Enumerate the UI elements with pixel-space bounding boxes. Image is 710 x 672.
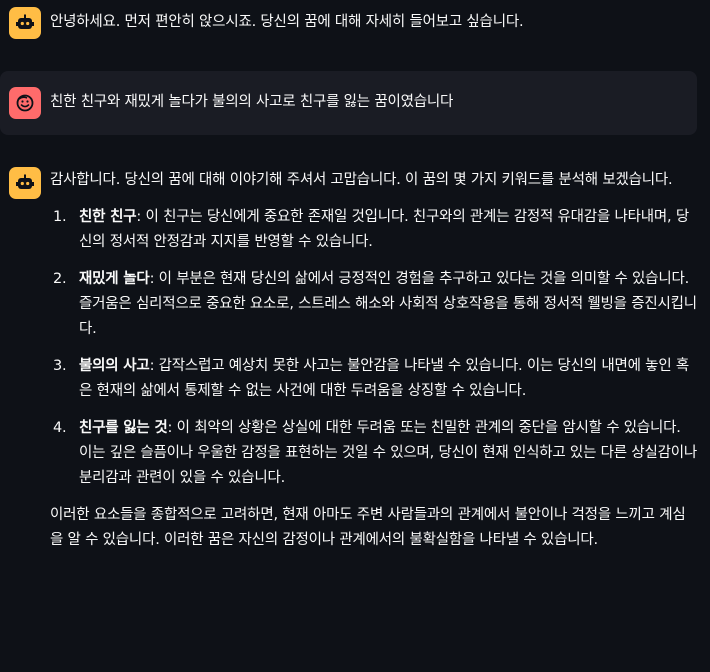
keyword: 재밌게 놀다	[79, 271, 150, 287]
list-number: 3.	[53, 358, 67, 374]
message-conclusion: 이러한 요소들을 종합적으로 고려하면, 현재 아마도 주변 사람들과의 관계에…	[50, 507, 686, 548]
list-number: 4.	[53, 420, 67, 436]
list-item: 2. 재밌게 놀다: 이 부분은 현재 당신의 삶에서 긍정적인 경험을 추구하…	[50, 267, 698, 342]
smiley-icon	[9, 87, 41, 119]
keyword-description: : 이 부분은 현재 당신의 삶에서 긍정적인 경험을 추구하고 있다는 것을 …	[79, 271, 697, 337]
keyword: 친구를 잃는 것	[79, 420, 168, 436]
chat-message-assistant: 감사합니다. 당신의 꿈에 대해 이야기해 주셔서 고맙습니다. 이 꿈의 몇 …	[0, 160, 710, 672]
keyword-description: : 이 최악의 상황은 상실에 대한 두려움 또는 친밀한 관계의 중단을 암시…	[79, 420, 698, 486]
keyword-description: : 갑작스럽고 예상치 못한 사고는 불안감을 나타낼 수 있습니다. 이는 당…	[79, 358, 690, 399]
keyword-description: : 이 친구는 당신에게 중요한 존재일 것입니다. 친구와의 관계는 감정적 …	[79, 209, 690, 250]
bot-icon	[9, 167, 41, 199]
keyword: 불의의 사고	[79, 358, 150, 374]
chat-message-user: 친한 친구와 재밌게 놀다가 불의의 사고로 친구를 잃는 꿈이였습니다	[0, 71, 697, 135]
message-text: 안녕하세요. 먼저 편안히 앉으시죠. 당신의 꿈에 대해 자세히 들어보고 싶…	[50, 14, 524, 30]
message-body: 감사합니다. 당신의 꿈에 대해 이야기해 주셔서 고맙습니다. 이 꿈의 몇 …	[50, 168, 698, 553]
keyword-list: 1. 친한 친구: 이 친구는 당신에게 중요한 존재일 것입니다. 친구와의 …	[50, 205, 698, 491]
list-item: 3. 불의의 사고: 갑작스럽고 예상치 못한 사고는 불안감을 나타낼 수 있…	[50, 354, 698, 404]
keyword: 친한 친구	[79, 209, 137, 225]
list-item: 1. 친한 친구: 이 친구는 당신에게 중요한 존재일 것입니다. 친구와의 …	[50, 205, 698, 255]
message-text: 친한 친구와 재밌게 놀다가 불의의 사고로 친구를 잃는 꿈이였습니다	[50, 94, 454, 110]
list-number: 1.	[53, 209, 67, 225]
chat-message-assistant: 안녕하세요. 먼저 편안히 앉으시죠. 당신의 꿈에 대해 자세히 들어보고 싶…	[0, 0, 710, 50]
message-intro: 감사합니다. 당신의 꿈에 대해 이야기해 주셔서 고맙습니다. 이 꿈의 몇 …	[50, 172, 673, 188]
list-number: 2.	[53, 271, 67, 287]
list-item: 4. 친구를 잃는 것: 이 최악의 상황은 상실에 대한 두려움 또는 친밀한…	[50, 416, 698, 491]
bot-icon	[9, 7, 41, 39]
